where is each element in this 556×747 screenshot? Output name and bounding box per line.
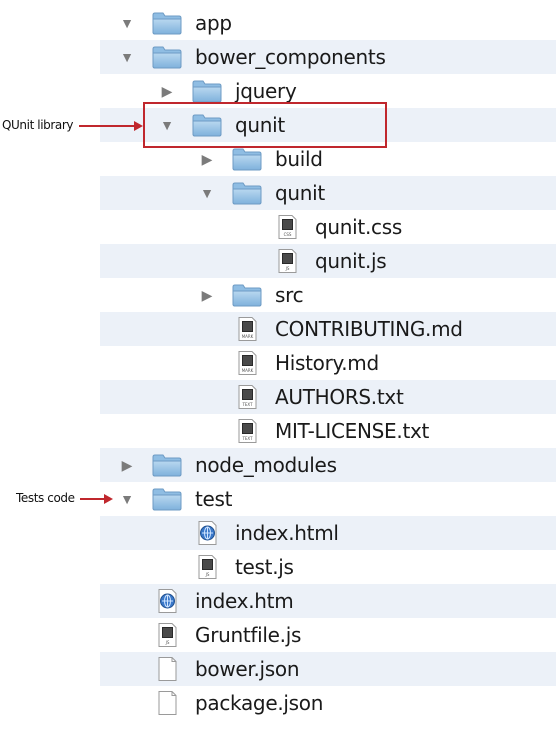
callout-arrow-line: [80, 498, 105, 500]
file-icon: MARK: [232, 317, 262, 341]
disclosure-expanded-icon[interactable]: ▼: [120, 50, 134, 64]
callout-tests-code: Tests code: [16, 491, 75, 505]
tree-row[interactable]: JS test.js: [100, 550, 556, 584]
disclosure-collapsed-icon[interactable]: ▶: [120, 458, 134, 472]
tree-item-label: build: [275, 147, 323, 171]
tree-item-label: qunit.css: [315, 215, 402, 239]
tree-item-label: AUTHORS.txt: [275, 385, 404, 409]
tree-item-label: package.json: [195, 691, 324, 715]
tree-item-label: bower.json: [195, 657, 300, 681]
tree-item-label: bower_components: [195, 45, 386, 69]
tree-item-label: node_modules: [195, 453, 337, 477]
svg-text:CSS: CSS: [284, 232, 292, 237]
disclosure-expanded-icon[interactable]: ▼: [120, 16, 134, 30]
tree-item-label: jquery: [235, 79, 297, 103]
svg-text:MARK: MARK: [242, 368, 254, 373]
svg-text:JS: JS: [205, 572, 210, 577]
file-icon: CSS: [272, 215, 302, 239]
callout-arrow-line: [79, 125, 135, 127]
tree-row[interactable]: index.html: [100, 516, 556, 550]
callout-arrow-head: [134, 121, 143, 131]
callout-arrow-head: [104, 494, 113, 504]
svg-text:JS: JS: [285, 266, 290, 271]
svg-text:JS: JS: [165, 640, 170, 645]
tree-row[interactable]: bower.json: [100, 652, 556, 686]
tree-item-label: qunit.js: [315, 249, 387, 273]
tree-item-label: History.md: [275, 351, 379, 375]
svg-text:MARK: MARK: [242, 334, 254, 339]
folder-icon: [152, 453, 182, 477]
tree-row[interactable]: MARK History.md: [100, 346, 556, 380]
file-icon: MARK: [232, 351, 262, 375]
tree-item-label: test.js: [235, 555, 294, 579]
tree-row[interactable]: TEXT MIT-LICENSE.txt: [100, 414, 556, 448]
blank-file-icon: [152, 657, 182, 681]
disclosure-collapsed-icon[interactable]: ▶: [200, 288, 214, 302]
tree-row[interactable]: CSS qunit.css: [100, 210, 556, 244]
tree-row[interactable]: ▼ bower_components: [100, 40, 556, 74]
tree-row[interactable]: ▶ src: [100, 278, 556, 312]
tree-row[interactable]: MARK CONTRIBUTING.md: [100, 312, 556, 346]
folder-icon: [232, 147, 262, 171]
tree-row[interactable]: TEXT AUTHORS.txt: [100, 380, 556, 414]
tree-item-label: test: [195, 487, 233, 511]
disclosure-expanded-icon[interactable]: ▼: [120, 492, 134, 506]
tree-row[interactable]: package.json: [100, 686, 556, 720]
html-file-icon: [152, 589, 182, 613]
tree-row[interactable]: ▼ test: [100, 482, 556, 516]
tree-row[interactable]: index.htm: [100, 584, 556, 618]
tree-item-label: Gruntfile.js: [195, 623, 302, 647]
tree-item-label: app: [195, 11, 232, 35]
folder-icon: [152, 45, 182, 69]
file-icon: TEXT: [232, 419, 262, 443]
file-icon: JS: [272, 249, 302, 273]
tree-item-label: index.html: [235, 521, 339, 545]
folder-icon: [152, 11, 182, 35]
folder-icon: [152, 487, 182, 511]
tree-item-label: MIT-LICENSE.txt: [275, 419, 430, 443]
blank-file-icon: [152, 691, 182, 715]
svg-text:TEXT: TEXT: [241, 402, 253, 407]
file-icon: JS: [192, 555, 222, 579]
tree-item-label: CONTRIBUTING.md: [275, 317, 463, 341]
tree-row[interactable]: JS qunit.js: [100, 244, 556, 278]
disclosure-expanded-icon[interactable]: ▼: [200, 186, 214, 200]
tree-item-label: src: [275, 283, 304, 307]
folder-icon: [232, 181, 262, 205]
html-file-icon: [192, 521, 222, 545]
tree-row[interactable]: ▶ node_modules: [100, 448, 556, 482]
qunit-highlight-box: [143, 102, 387, 148]
file-icon: TEXT: [232, 385, 262, 409]
svg-text:TEXT: TEXT: [241, 436, 253, 441]
tree-row[interactable]: ▼ qunit: [100, 176, 556, 210]
tree-row[interactable]: ▼ app: [100, 6, 556, 40]
file-icon: JS: [152, 623, 182, 647]
disclosure-collapsed-icon[interactable]: ▶: [160, 84, 174, 98]
disclosure-collapsed-icon[interactable]: ▶: [200, 152, 214, 166]
tree-item-label: index.htm: [195, 589, 294, 613]
tree-row[interactable]: JS Gruntfile.js: [100, 618, 556, 652]
folder-icon: [232, 283, 262, 307]
callout-qunit-library: QUnit library: [2, 118, 74, 132]
folder-icon: [192, 79, 222, 103]
tree-item-label: qunit: [275, 181, 325, 205]
